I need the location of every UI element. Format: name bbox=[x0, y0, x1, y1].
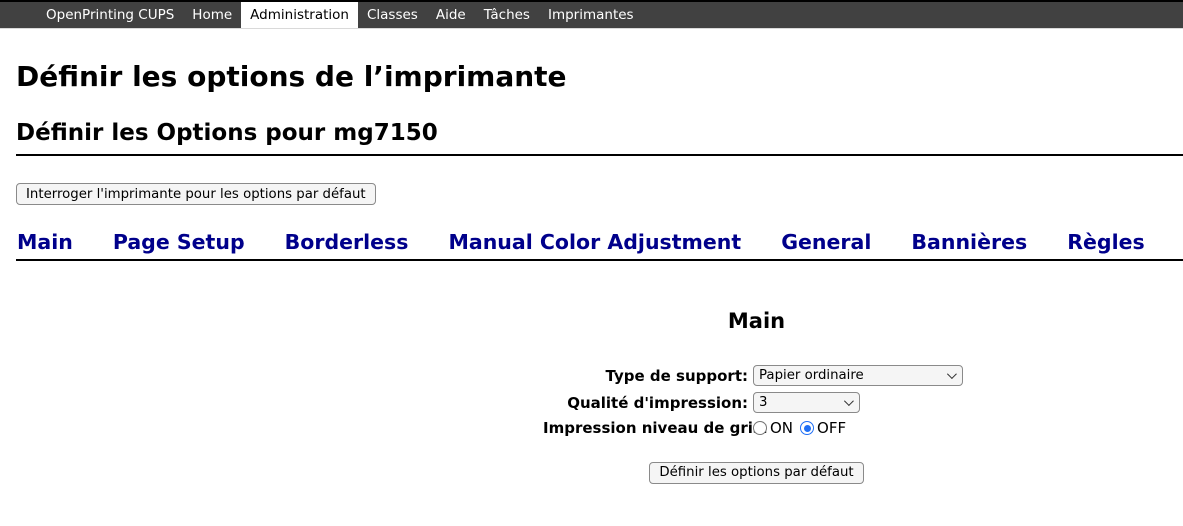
tab-regles[interactable]: Règles bbox=[1067, 230, 1145, 254]
tab-page-setup[interactable]: Page Setup bbox=[113, 230, 245, 254]
tab-bannieres[interactable]: Bannières bbox=[911, 230, 1027, 254]
tab-borderless[interactable]: Borderless bbox=[285, 230, 409, 254]
nav-item-aide[interactable]: Aide bbox=[427, 2, 475, 28]
nav-item-imprimantes[interactable]: Imprimantes bbox=[539, 2, 643, 28]
option-group-tabs: Main Page Setup Borderless Manual Color … bbox=[16, 230, 1183, 261]
print-quality-select-value: 3 bbox=[759, 395, 844, 410]
grayscale-radio-group: ON OFF bbox=[753, 419, 963, 437]
media-type-label: Type de support: bbox=[543, 367, 748, 385]
media-type-select[interactable]: Papier ordinaire bbox=[753, 365, 963, 386]
options-table: Type de support: Papier ordinaire Qualit… bbox=[543, 365, 970, 437]
tab-general[interactable]: General bbox=[781, 230, 871, 254]
chevron-down-icon bbox=[947, 369, 957, 379]
print-quality-label: Qualité d'impression: bbox=[543, 394, 748, 412]
radio-option-off[interactable]: OFF bbox=[800, 419, 846, 437]
tab-main[interactable]: Main bbox=[17, 230, 73, 254]
nav-item-classes[interactable]: Classes bbox=[358, 2, 427, 28]
option-group-heading: Main bbox=[543, 309, 970, 333]
nav-item-taches[interactable]: Tâches bbox=[475, 2, 539, 28]
print-quality-select[interactable]: 3 bbox=[753, 392, 860, 413]
media-type-select-value: Papier ordinaire bbox=[759, 368, 947, 383]
nav-item-administration[interactable]: Administration bbox=[241, 2, 358, 28]
grayscale-label: Impression niveau de gris: bbox=[543, 419, 748, 437]
radio-option-on[interactable]: ON bbox=[753, 419, 793, 437]
radio-off-icon[interactable] bbox=[800, 421, 814, 435]
options-form: Main Type de support: Papier ordinaire Q… bbox=[543, 309, 970, 484]
tab-manual-color-adjustment[interactable]: Manual Color Adjustment bbox=[448, 230, 741, 254]
radio-off-label: OFF bbox=[817, 419, 846, 437]
nav-brand-openprinting-cups[interactable]: OpenPrinting CUPS bbox=[37, 2, 183, 28]
query-defaults-row: Interroger l'imprimante pour les options… bbox=[16, 183, 1183, 206]
top-nav: OpenPrinting CUPS Home Administration Cl… bbox=[0, 0, 1183, 29]
page-content: Définir les options de l’imprimante Défi… bbox=[0, 62, 1183, 484]
nav-item-home[interactable]: Home bbox=[183, 2, 241, 28]
page-title: Définir les options de l’imprimante bbox=[16, 62, 1183, 91]
chevron-down-icon bbox=[844, 396, 854, 406]
radio-on-label: ON bbox=[770, 419, 793, 437]
query-printer-defaults-button[interactable]: Interroger l'imprimante pour les options… bbox=[16, 183, 376, 205]
printer-options-subtitle: Définir les Options pour mg7150 bbox=[16, 121, 1183, 155]
set-default-options-button[interactable]: Définir les options par défaut bbox=[649, 462, 863, 484]
submit-row: Définir les options par défaut bbox=[543, 461, 970, 484]
radio-on-icon[interactable] bbox=[753, 421, 767, 435]
